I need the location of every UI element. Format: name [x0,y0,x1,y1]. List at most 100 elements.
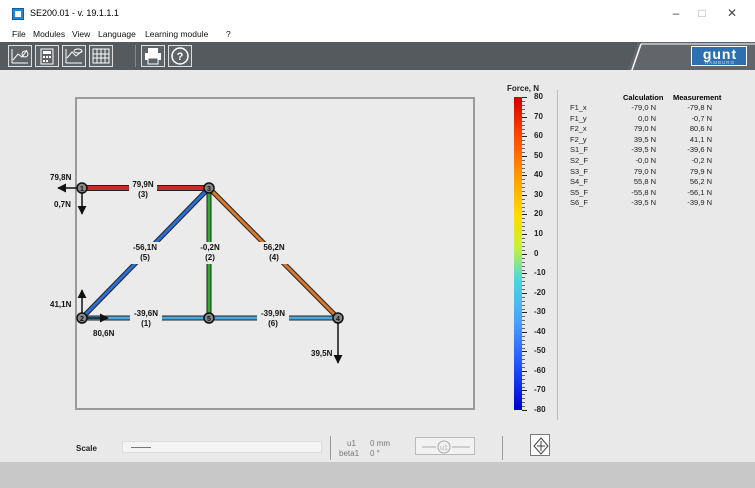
colorbar-tick [522,351,527,352]
colorbar-minor-tick [522,203,525,204]
reset-view-button[interactable] [530,434,550,456]
colorbar-tick [522,332,527,333]
colorbar-tick [522,273,527,274]
result-row: S1_F -39,5 N -39,6 N [570,145,712,155]
result-calc: 55,8 N [633,177,656,187]
result-meas: -39,6 N [687,145,712,155]
force-f1y-label: 0,7N [54,200,71,209]
result-name: S5_F [570,187,588,197]
colorbar-minor-tick [522,266,525,267]
colorbar-minor-tick [522,121,525,122]
force-colorbar [514,97,522,410]
colorbar-minor-tick [522,183,525,184]
colorbar-minor-tick [522,246,525,247]
node-3-label: 3 [207,186,211,193]
colorbar-minor-tick [522,172,525,173]
colorbar-tick-label: -30 [534,307,546,316]
colorbar-tick-label: 60 [534,131,543,140]
result-name: F1_y [570,113,587,123]
colorbar-minor-tick [522,129,525,130]
result-calc: -0,0 N [635,156,656,165]
colorbar-minor-tick [522,375,525,376]
colorbar-tick-label: 70 [534,112,543,121]
force-load-label: 39,5N [311,349,333,358]
colorbar-tick [522,117,527,118]
result-meas: -0,7 N [691,113,712,123]
colorbar-minor-tick [522,398,525,399]
result-calc: 79,0 N [633,166,656,176]
dial-gauge-icon: u1 [422,440,470,454]
colorbar-tick-label: 40 [534,170,543,179]
colorbar-minor-tick [522,348,525,349]
scale-slider[interactable] [122,441,322,453]
node-3[interactable]: 3 [203,182,215,194]
member-5-value: -56,1N [133,243,157,252]
node-5[interactable]: 5 [203,312,215,324]
colorbar-minor-tick [522,289,525,290]
node-1-label: 1 [80,186,84,193]
colorbar-minor-tick [522,218,525,219]
colorbar-tick [522,371,527,372]
member-6-value: -39,9N [261,309,285,318]
colorbar-minor-tick [522,168,525,169]
panel-separator [557,90,558,420]
colorbar-minor-tick [522,285,525,286]
colorbar-minor-tick [522,320,525,321]
result-name: S4_F [570,177,588,187]
result-name: F1_x [570,103,587,112]
member-1-id: (1) [141,319,151,328]
colorbar-minor-tick [522,406,525,407]
node-4[interactable]: 4 [332,312,344,324]
result-row: F1_x -79,0 N -79,8 N [570,103,712,113]
member-5-id: (5) [140,253,150,262]
colorbar-tick-label: -50 [534,346,546,355]
colorbar-minor-tick [522,125,525,126]
u1-display-widget: u1 [415,437,475,455]
colorbar-tick-label: 80 [534,92,543,101]
bottom-separator-1 [330,436,331,460]
result-meas: 79,9 N [689,166,712,176]
colorbar-minor-tick [522,222,525,223]
colorbar-minor-tick [522,379,525,380]
colorbar-minor-tick [522,187,525,188]
result-meas: -56,1 N [687,187,712,197]
colorbar-tick-label: -80 [534,405,546,414]
member-3-id: (3) [138,190,148,199]
colorbar-tick [522,195,527,196]
result-calc: 79,0 N [633,124,656,134]
colorbar-minor-tick [522,105,525,106]
col-measurement-header: Measurement [673,93,722,102]
colorbar-minor-tick [522,238,525,239]
member-1-value: -39,6N [134,309,158,318]
colorbar-minor-tick [522,101,525,102]
colorbar-minor-tick [522,133,525,134]
force-f2y-label: 41,1N [50,300,72,309]
result-row: F2_x 79,0 N 80,6 N [570,124,712,134]
result-row: S4_F 55,8 N 56,2 N [570,177,712,187]
colorbar-tick-label: -20 [534,288,546,297]
result-row: S6_F -39,5 N -39,9 N [570,198,712,208]
colorbar-minor-tick [522,160,525,161]
colorbar-minor-tick [522,344,525,345]
colorbar-tick [522,390,527,391]
colorbar-tick [522,410,527,411]
result-name: S6_F [570,198,588,208]
node-2[interactable]: 2 [76,312,88,324]
colorbar-tick [522,97,527,98]
colorbar-minor-tick [522,144,525,145]
result-calc: -55,8 N [631,187,656,197]
colorbar-tick-label: -40 [534,327,546,336]
colorbar-minor-tick [522,207,525,208]
force-f2x-label: 80,6N [93,329,115,338]
colorbar-tick-label: -60 [534,366,546,375]
colorbar-minor-tick [522,305,525,306]
colorbar-minor-tick [522,113,525,114]
colorbar-minor-tick [522,164,525,165]
colorbar-tick [522,156,527,157]
force-f1x-label: 79,8N [50,173,72,182]
result-calc: -39,5 N [631,198,656,208]
node-1[interactable]: 1 [76,182,88,194]
colorbar-tick [522,293,527,294]
colorbar-tick-label: -70 [534,385,546,394]
colorbar-minor-tick [522,355,525,356]
